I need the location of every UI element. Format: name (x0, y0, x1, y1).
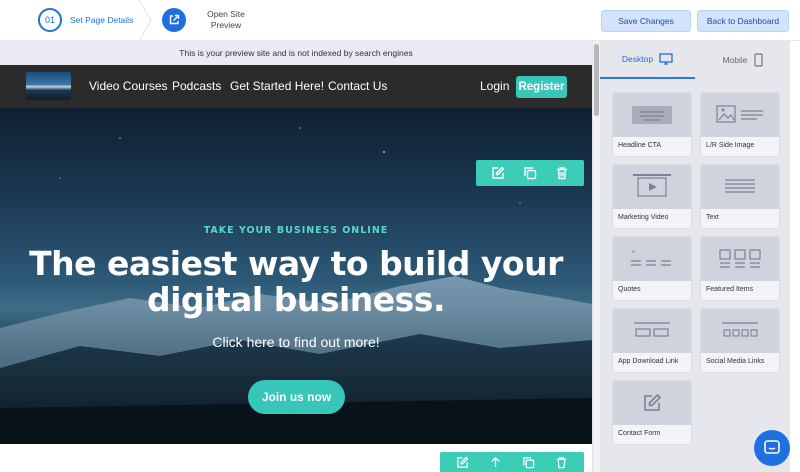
contact-form-icon (613, 381, 691, 425)
section-toolbar-2 (440, 452, 584, 472)
nav-register-button[interactable]: Register (516, 76, 567, 98)
nav-login-link[interactable]: Login (480, 79, 509, 93)
blocks-panel: Desktop Mobile Headline CTA L/R Side Ima… (600, 41, 800, 472)
block-marketing-video[interactable]: Marketing Video (612, 164, 692, 229)
hero-eyebrow: TAKE YOUR BUSINESS ONLINE (203, 225, 389, 236)
duplicate-icon[interactable] (520, 453, 538, 471)
block-label: Headline CTA (618, 142, 662, 149)
tab-mobile-label: Mobile (722, 55, 748, 65)
svg-text:“: “ (631, 250, 636, 260)
join-us-button[interactable]: Join us now (248, 380, 345, 414)
featured-items-icon (701, 237, 779, 281)
headline-line-1: The easiest way to build your (29, 244, 563, 283)
delete-icon[interactable] (553, 453, 571, 471)
side-image-icon (701, 93, 779, 137)
text-icon (701, 165, 779, 209)
back-to-dashboard-button[interactable]: Back to Dashboard (697, 10, 789, 32)
top-bar: 01 Set Page Details Open Site Preview Sa… (0, 0, 800, 41)
block-contact-form[interactable]: Contact Form (612, 380, 692, 445)
device-tabs: Desktop Mobile (600, 41, 790, 79)
nav-item-video-courses[interactable]: Video Courses (89, 79, 168, 93)
headline-line-2: digital business. (147, 280, 445, 319)
delete-icon[interactable] (553, 164, 571, 182)
block-label: Social Media Links (706, 358, 765, 365)
move-up-icon[interactable] (487, 453, 505, 471)
step-number-badge: 01 (38, 8, 62, 32)
open-site-preview-button[interactable] (162, 8, 186, 32)
social-links-icon (701, 309, 779, 353)
nav-item-contact-us[interactable]: Contact Us (328, 79, 387, 93)
block-label: L/R Side Image (706, 142, 755, 149)
step-set-page-details[interactable]: 01 Set Page Details (0, 0, 150, 41)
block-social-links[interactable]: Social Media Links (700, 308, 780, 373)
block-label: Featured Items (706, 286, 754, 293)
headline-cta-icon (613, 93, 691, 137)
scrollbar-thumb[interactable] (594, 44, 599, 116)
block-app-download[interactable]: App Download Link (612, 308, 692, 373)
video-icon (613, 165, 691, 209)
tab-desktop[interactable]: Desktop (600, 41, 695, 79)
nav-item-get-started[interactable]: Get Started Here! (230, 79, 324, 93)
site-logo[interactable] (26, 72, 71, 100)
site-preview: Video Courses Podcasts Get Started Here!… (0, 65, 592, 472)
next-section (0, 444, 592, 472)
phone-icon (753, 53, 763, 67)
block-quotes[interactable]: “ Quotes (612, 236, 692, 301)
step2-label[interactable]: Open Site Preview (198, 9, 254, 31)
external-link-icon (169, 14, 180, 25)
block-label: Quotes (618, 286, 641, 293)
site-navbar: Video Courses Podcasts Get Started Here!… (0, 65, 592, 108)
hero-section[interactable]: TAKE YOUR BUSINESS ONLINE The easiest wa… (0, 108, 592, 444)
monitor-icon (659, 53, 673, 65)
chat-launcher-button[interactable] (754, 430, 790, 466)
block-featured-items[interactable]: Featured Items (700, 236, 780, 301)
quotes-icon: “ (613, 237, 691, 281)
hero-subtitle[interactable]: Click here to find out more! (0, 334, 592, 350)
chat-bubble-icon (764, 440, 780, 454)
block-label: Text (706, 214, 719, 221)
block-side-image[interactable]: L/R Side Image (700, 92, 780, 157)
nav-item-podcasts[interactable]: Podcasts (172, 79, 221, 93)
step-divider-chevron-icon (138, 0, 152, 41)
panel-edge (790, 41, 800, 472)
edit-icon[interactable] (454, 453, 472, 471)
app-download-icon (613, 309, 691, 353)
step1-label: Set Page Details (70, 15, 134, 25)
block-label: Contact Form (618, 430, 661, 437)
section-toolbar (476, 160, 584, 186)
block-label: Marketing Video (618, 214, 669, 221)
hero-headline: The easiest way to build your digital bu… (20, 246, 572, 318)
block-text[interactable]: Text (700, 164, 780, 229)
block-label: App Download Link (618, 358, 679, 365)
tab-desktop-label: Desktop (621, 54, 654, 64)
edit-icon[interactable] (489, 164, 507, 182)
preview-scrollbar[interactable] (592, 41, 600, 472)
duplicate-icon[interactable] (521, 164, 539, 182)
tab-mobile[interactable]: Mobile (695, 41, 790, 79)
save-changes-button[interactable]: Save Changes (601, 10, 691, 32)
block-headline-cta[interactable]: Headline CTA (612, 92, 692, 157)
preview-notice: This is your preview site and is not ind… (0, 41, 592, 65)
